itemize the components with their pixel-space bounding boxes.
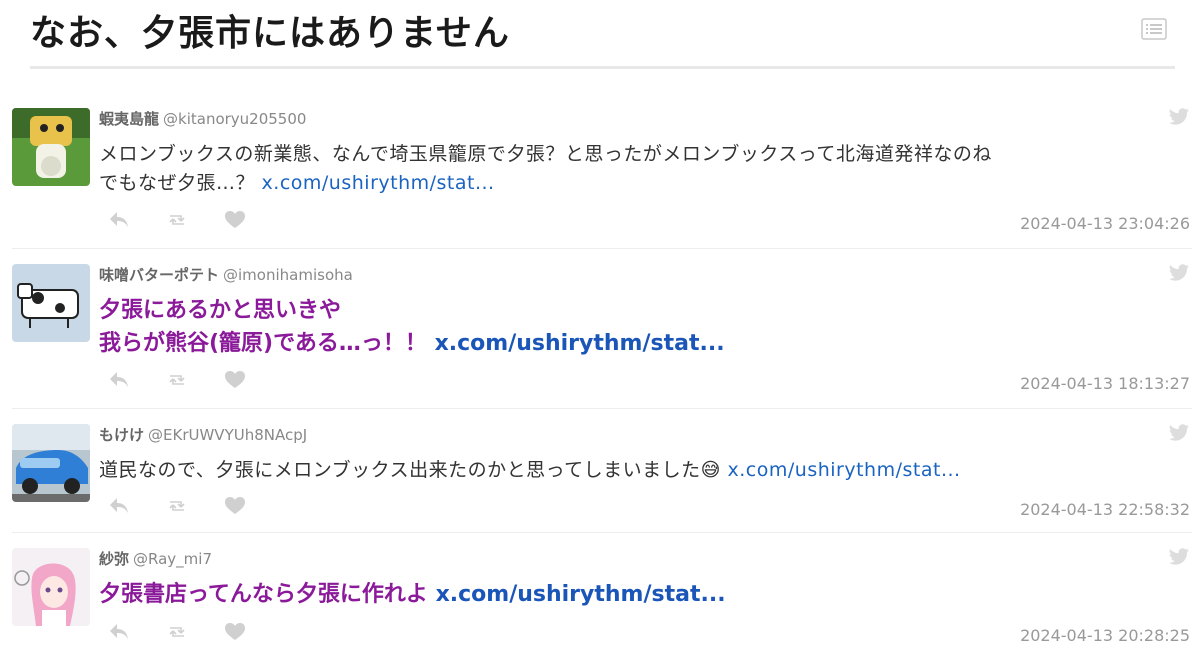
tweet-text-line: でもなぜ夕張…？ bbox=[99, 172, 262, 195]
tweet-card: 蝦夷島龍 @kitanoryu205500 メロンブックスの新業態、なんで埼玉県籠… bbox=[12, 108, 1192, 249]
reply-icon[interactable] bbox=[108, 496, 130, 516]
reply-icon[interactable] bbox=[108, 622, 130, 642]
tweet-meta: 味噌バターポテト @imonihamisoha bbox=[99, 264, 353, 285]
like-icon[interactable] bbox=[224, 210, 246, 230]
tweet-meta: 紗弥 @Ray_mi7 bbox=[99, 548, 212, 569]
retweet-icon[interactable] bbox=[166, 496, 188, 516]
tweet-timestamp[interactable]: 2024-04-13 23:04:26 bbox=[1020, 214, 1190, 233]
like-icon[interactable] bbox=[224, 370, 246, 390]
twitter-bird-icon[interactable] bbox=[1168, 424, 1190, 442]
user-handle[interactable]: @EKrUWVYUh8NAcpJ bbox=[148, 426, 307, 444]
tweet-link[interactable]: x.com/ushirythm/stat... bbox=[262, 172, 495, 194]
tweet-timestamp[interactable]: 2024-04-13 22:58:32 bbox=[1020, 500, 1190, 519]
list-icon[interactable] bbox=[1141, 18, 1167, 40]
tweet-text-line: メロンブックスの新業態、なんで埼玉県籠原で夕張？と思ったがメロンブックスって北海… bbox=[99, 143, 992, 165]
user-name[interactable]: もけけ bbox=[99, 426, 144, 444]
user-name[interactable]: 味噌バターポテト bbox=[99, 266, 219, 284]
reply-icon[interactable] bbox=[108, 370, 130, 390]
tweet-timestamp[interactable]: 2024-04-13 20:28:25 bbox=[1020, 626, 1190, 645]
tweet-text: メロンブックスの新業態、なんで埼玉県籠原で夕張？と思ったがメロンブックスって北海… bbox=[99, 140, 1159, 199]
tweet-timestamp[interactable]: 2024-04-13 18:13:27 bbox=[1020, 374, 1190, 393]
twitter-bird-icon[interactable] bbox=[1168, 548, 1190, 566]
retweet-icon[interactable] bbox=[166, 370, 188, 390]
reply-icon[interactable] bbox=[108, 210, 130, 230]
tweet-card: 紗弥 @Ray_mi7 夕張書店ってんなら夕張に作れよ x.com/ushiryt… bbox=[12, 548, 1192, 659]
avatar[interactable] bbox=[12, 264, 90, 342]
user-name[interactable]: 紗弥 bbox=[99, 550, 129, 568]
retweet-icon[interactable] bbox=[166, 622, 188, 642]
tweet-link[interactable]: x.com/ushirythm/stat... bbox=[728, 459, 961, 481]
page-title: なお、夕張市にはありません bbox=[30, 13, 510, 54]
tweet-link[interactable]: x.com/ushirythm/stat... bbox=[436, 582, 726, 607]
tweet-meta: 蝦夷島龍 @kitanoryu205500 bbox=[99, 108, 306, 129]
tweet-link[interactable]: x.com/ushirythm/stat... bbox=[435, 331, 725, 356]
tweet-text: 道民なので、夕張にメロンブックス出来たのかと思ってしまいました😅 x.com/u… bbox=[99, 456, 1159, 485]
twitter-bird-icon[interactable] bbox=[1168, 264, 1190, 282]
tweet-card: もけけ @EKrUWVYUh8NAcpJ 道民なので、夕張にメロンブックス出来たの… bbox=[12, 424, 1192, 533]
tweet-text-line: 道民なので、夕張にメロンブックス出来たのかと思ってしまいました bbox=[99, 459, 701, 481]
tweet-text-line: 夕張にあるかと思いきや bbox=[99, 298, 342, 323]
page-header: なお、夕張市にはありません bbox=[30, 0, 1175, 69]
like-icon[interactable] bbox=[224, 622, 246, 642]
tweet-text-line: 夕張書店ってんなら夕張に作れよ bbox=[99, 582, 436, 607]
like-icon[interactable] bbox=[224, 496, 246, 516]
tweet-text: 夕張にあるかと思いきや 我らが熊谷(籠原)である…っ！！ x.com/ushir… bbox=[99, 294, 1159, 360]
user-name[interactable]: 蝦夷島龍 bbox=[99, 110, 159, 128]
tweet-meta: もけけ @EKrUWVYUh8NAcpJ bbox=[99, 424, 307, 445]
avatar[interactable] bbox=[12, 548, 90, 626]
tweet-text-line: 我らが熊谷(籠原)である…っ！！ bbox=[99, 331, 435, 356]
avatar[interactable] bbox=[12, 424, 90, 502]
user-handle[interactable]: @Ray_mi7 bbox=[133, 550, 212, 568]
avatar[interactable] bbox=[12, 108, 90, 186]
user-handle[interactable]: @kitanoryu205500 bbox=[163, 110, 306, 128]
user-handle[interactable]: @imonihamisoha bbox=[223, 266, 353, 284]
sweat-smile-emoji: 😅 bbox=[700, 459, 721, 481]
retweet-icon[interactable] bbox=[166, 210, 188, 230]
tweet-card: 味噌バターポテト @imonihamisoha 夕張にあるかと思いきや 我らが熊谷… bbox=[12, 264, 1192, 409]
tweet-text: 夕張書店ってんなら夕張に作れよ x.com/ushirythm/stat... bbox=[99, 578, 1159, 611]
twitter-bird-icon[interactable] bbox=[1168, 108, 1190, 126]
